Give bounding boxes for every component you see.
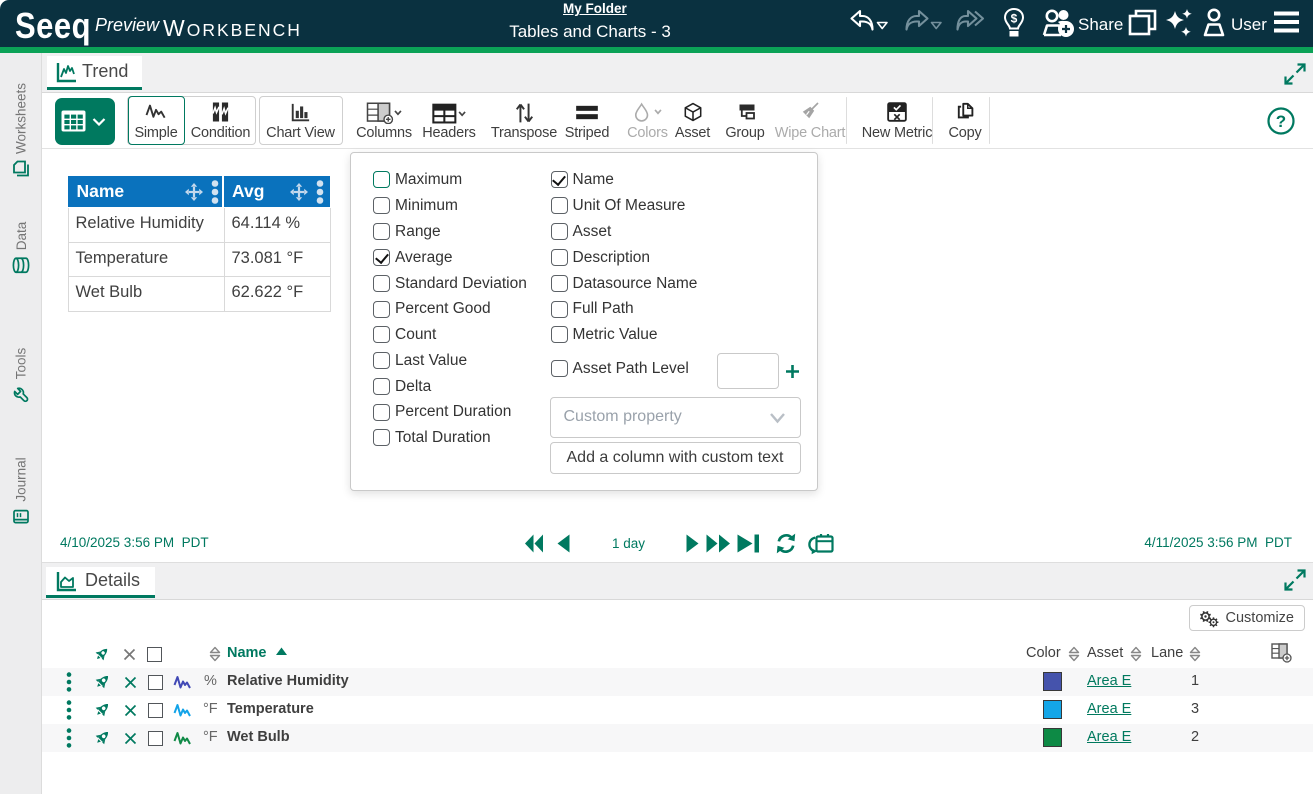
- svg-text:?: ?: [1276, 112, 1286, 131]
- svg-text:$: $: [1011, 12, 1018, 26]
